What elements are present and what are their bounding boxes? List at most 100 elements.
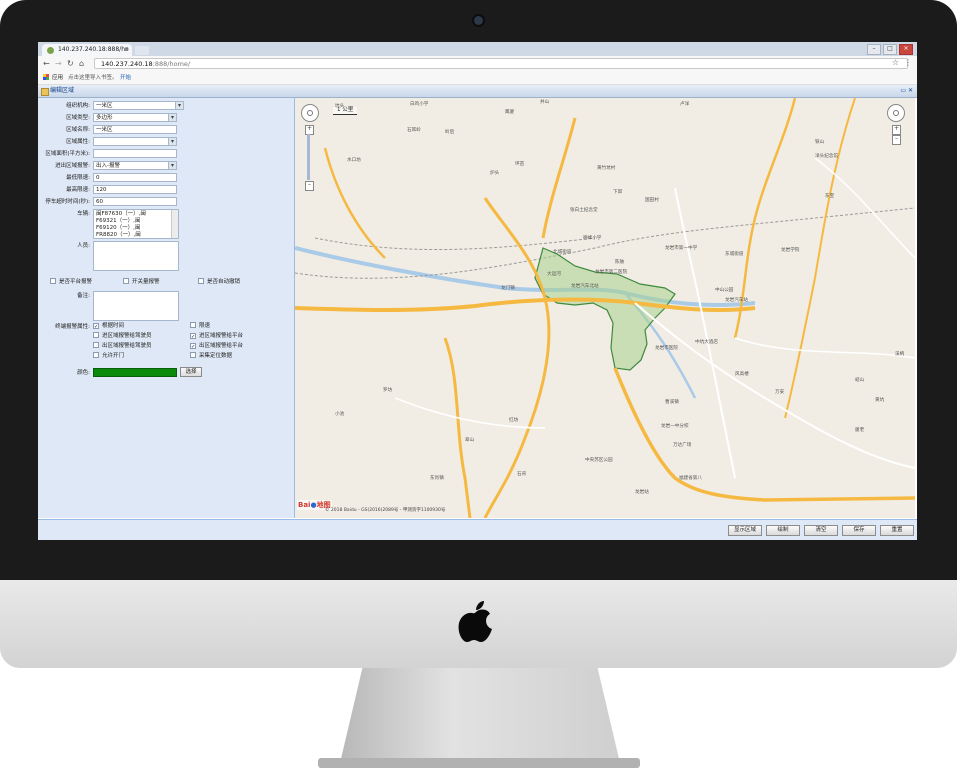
people-row: 人员: xyxy=(38,241,294,273)
option-allow-door[interactable]: 允许开门 xyxy=(93,352,124,361)
map-place-label: 龙门镇 xyxy=(501,286,515,291)
url-field[interactable]: 140.237.240.18:888/home/ xyxy=(94,58,908,69)
platform-alarm-label: 是否平台报警 xyxy=(59,279,93,285)
map-place-label: 东肖镇 xyxy=(430,476,444,481)
park-input[interactable]: 60 xyxy=(93,197,177,206)
color-label: 颜色: xyxy=(77,370,90,376)
maximize-icon[interactable]: □ xyxy=(883,44,897,55)
minimize-icon[interactable]: – xyxy=(867,44,881,55)
color-select-button[interactable]: 选择 xyxy=(180,367,202,377)
option-enter-platform[interactable]: ✓ 进区域报警给平台 xyxy=(190,332,243,341)
pan-control-right-icon[interactable] xyxy=(887,104,905,122)
type-select[interactable]: 多边形 xyxy=(93,113,177,122)
zoom-out-right-button[interactable]: – xyxy=(892,135,901,145)
vehicles-list[interactable]: 闽F87630（一）,闽 F69321（一）,闽 F69120（一）,闽 FR8… xyxy=(93,209,179,239)
auto-cancel-option[interactable]: 是否自动撤销 xyxy=(198,278,240,287)
favicon-icon xyxy=(47,47,54,54)
platform-alarm-checkbox[interactable] xyxy=(50,278,56,284)
option-collect-gps[interactable]: 采集定位数据 xyxy=(190,352,232,361)
map-place-label: 风高楼 xyxy=(735,372,749,377)
panel-icon xyxy=(41,88,49,96)
allow-door-checkbox[interactable] xyxy=(93,352,99,358)
name-input[interactable]: 一米区 xyxy=(93,125,177,134)
exit-driver-checkbox[interactable] xyxy=(93,342,99,348)
draw-button[interactable]: 绘制 xyxy=(766,525,800,536)
camera-icon xyxy=(474,16,483,25)
map-view[interactable]: 1 公里 + – + – 坑头 白鸡小学 井山 卢洋 石耳岭 鹰厦 岭后 水口坊 坪苗 炉头 黄竹坑… xyxy=(295,98,915,518)
map-place-label: 德峰小学 xyxy=(583,236,602,241)
map-place-label: 万达广场 xyxy=(673,443,692,448)
by-time-checkbox[interactable]: ✓ xyxy=(93,323,99,330)
bookmark-star-icon[interactable]: ☆ xyxy=(892,58,899,67)
org-select[interactable]: 一米区 xyxy=(93,101,184,110)
attr-select[interactable] xyxy=(93,137,177,146)
zoom-slider[interactable] xyxy=(307,134,310,180)
map-place-label: 小池 xyxy=(335,412,345,417)
vehicle-item[interactable]: F69120（一）,闽 xyxy=(96,225,176,232)
vehicles-scrollbar[interactable] xyxy=(171,210,178,238)
map-place-label: 陈陂 xyxy=(615,260,625,265)
show-area-button[interactable]: 显示区域 xyxy=(728,525,762,536)
map-place-label: 龙岩汽车站 xyxy=(725,298,748,303)
map-place-label: 福建省第八 xyxy=(679,476,702,481)
people-textarea[interactable] xyxy=(93,241,179,271)
tab-title: 140.237.240.18:888/ho xyxy=(58,46,129,53)
monitor-stand-base xyxy=(318,758,640,768)
option-by-time[interactable]: ✓ 根据时间 xyxy=(93,322,124,331)
new-tab-button[interactable] xyxy=(135,46,149,55)
auto-cancel-checkbox[interactable] xyxy=(198,278,204,284)
zoom-in-right-button[interactable]: + xyxy=(892,125,901,135)
close-tab-icon[interactable]: × xyxy=(124,44,129,56)
menu-icon[interactable]: ⋮ xyxy=(904,58,912,67)
type-label: 区域类型: xyxy=(66,115,90,121)
forward-icon[interactable]: → xyxy=(55,59,62,68)
map-place-label: 下邱 xyxy=(613,190,623,195)
map-place-label: 龙岩一中分校 xyxy=(661,424,689,429)
collect-gps-label: 采集定位数据 xyxy=(199,353,233,359)
collect-gps-checkbox[interactable] xyxy=(190,352,196,358)
area-input[interactable] xyxy=(93,149,177,158)
option-enter-driver[interactable]: 进区域报警给驾驶员 xyxy=(93,332,152,341)
exit-platform-checkbox[interactable]: ✓ xyxy=(190,343,196,350)
panel-header: 编辑区域 ▭ ✕ xyxy=(38,85,917,98)
switch-alarm-option[interactable]: 开关量报警 xyxy=(123,278,160,287)
map-place-label: 炉头 xyxy=(490,171,500,176)
remark-textarea[interactable] xyxy=(93,291,179,321)
min-speed-input[interactable]: 0 xyxy=(93,173,177,182)
zoom-out-button[interactable]: – xyxy=(305,181,314,191)
name-label: 区域名称: xyxy=(66,127,90,133)
pan-control-icon[interactable] xyxy=(301,104,319,122)
option-speed-limit[interactable]: 限速 xyxy=(190,322,210,331)
alarm-select[interactable]: 出入-报警 xyxy=(93,161,177,170)
remark-row: 备注: xyxy=(38,291,294,323)
enter-platform-label: 进区域报警给平台 xyxy=(199,333,244,339)
map-place-label: 国田村 xyxy=(645,198,659,203)
vehicle-item[interactable]: FR8820（一）,闽 xyxy=(96,232,176,238)
enter-platform-checkbox[interactable]: ✓ xyxy=(190,333,196,340)
apps-shortcut[interactable]: 应用 xyxy=(43,72,63,84)
vehicle-item[interactable]: 闽F87630（一）,闽 xyxy=(96,211,176,218)
save-button[interactable]: 保存 xyxy=(842,525,876,536)
panel-tools[interactable]: ▭ ✕ xyxy=(900,85,913,97)
option-exit-driver[interactable]: 出区域报警给驾驶员 xyxy=(93,342,152,351)
vehicle-item[interactable]: F69321（一）,闽 xyxy=(96,218,176,225)
platform-alarm-option[interactable]: 是否平台报警 xyxy=(50,278,92,287)
bookmarks-start-link[interactable]: 开始 xyxy=(120,72,131,84)
reload-icon[interactable]: ↻ xyxy=(67,59,74,68)
browser-tab[interactable]: 140.237.240.18:888/ho × xyxy=(42,44,132,56)
max-speed-input[interactable]: 120 xyxy=(93,185,177,194)
clear-button[interactable]: 清空 xyxy=(804,525,838,536)
option-exit-platform[interactable]: ✓ 出区域报警给平台 xyxy=(190,342,243,351)
enter-driver-checkbox[interactable] xyxy=(93,332,99,338)
speed-limit-checkbox[interactable] xyxy=(190,322,196,328)
map-place-label: 厦老 xyxy=(855,428,865,433)
map-place-label: 东宝 xyxy=(825,194,835,199)
map-place-label: 北城街道 xyxy=(553,250,572,255)
close-window-icon[interactable]: × xyxy=(899,44,913,55)
map-place-label: 石背 xyxy=(517,472,527,477)
reset-button[interactable]: 重置 xyxy=(880,525,914,536)
min-speed-row: 最低限速: 0 xyxy=(38,173,294,183)
back-icon[interactable]: ← xyxy=(43,59,50,68)
home-icon[interactable]: ⌂ xyxy=(79,59,84,68)
switch-alarm-checkbox[interactable] xyxy=(123,278,129,284)
